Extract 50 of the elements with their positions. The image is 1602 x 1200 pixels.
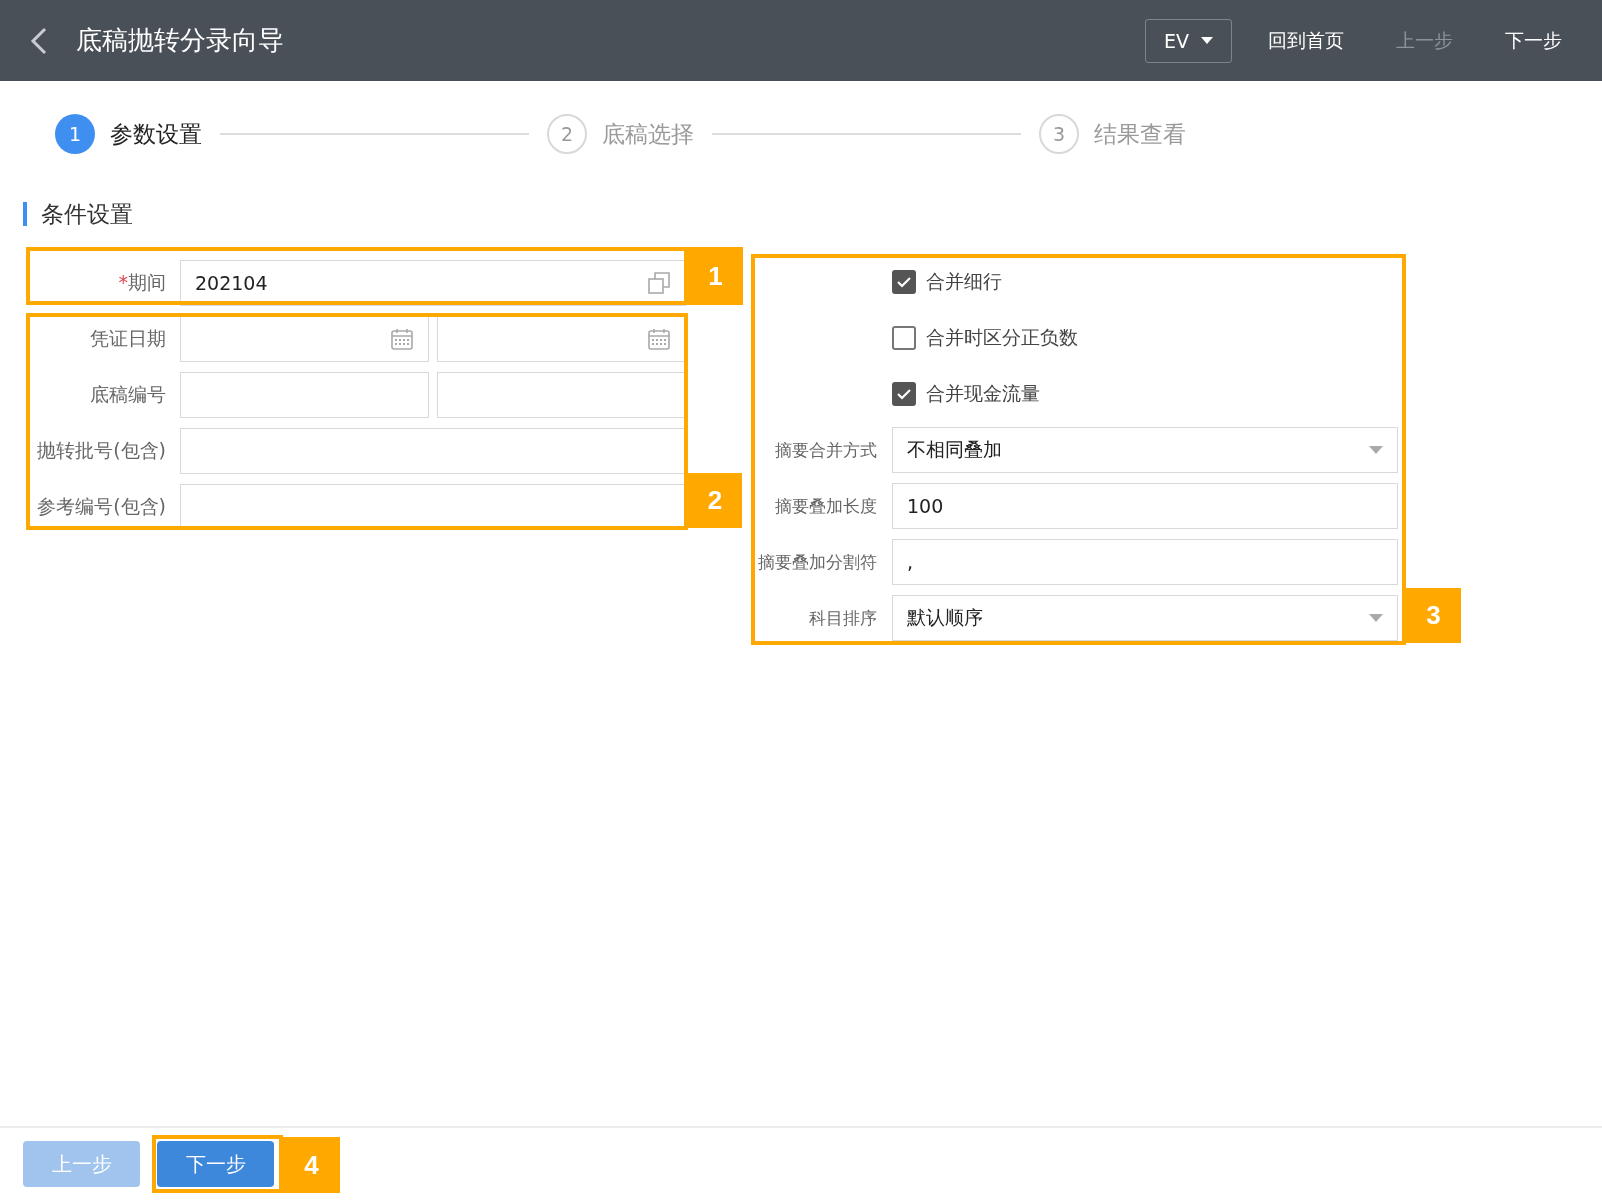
caret-icon: [1201, 37, 1213, 44]
field-label: 底稿编号: [90, 382, 166, 407]
check-icon: [896, 388, 912, 400]
checkbox-label: 合并细行: [926, 269, 1002, 294]
copy-icon[interactable]: [647, 271, 671, 295]
input-field[interactable]: [437, 372, 686, 418]
callout-number: 4: [283, 1137, 340, 1193]
input-field[interactable]: 100: [892, 483, 1398, 529]
field-label: *期间: [118, 270, 166, 295]
field-label: 摘要叠加长度: [775, 494, 877, 518]
step-number: 3: [1039, 114, 1079, 154]
step-label: 底稿选择: [602, 119, 694, 149]
dropdown-select[interactable]: 默认顺序: [892, 595, 1398, 641]
dropdown-caret-icon: [1369, 614, 1383, 622]
input-field[interactable]: ,: [892, 539, 1398, 585]
page-title: 底稿抛转分录向导: [76, 24, 285, 57]
field-label: 科目排序: [809, 606, 877, 630]
step-number: 2: [547, 114, 587, 154]
dropdown-select[interactable]: 不相同叠加: [892, 427, 1398, 473]
field-label: 参考编号(包含): [37, 494, 166, 519]
checkbox[interactable]: [892, 270, 916, 294]
callout-number: 2: [688, 473, 742, 528]
callout-number: 1: [688, 247, 743, 305]
date-field[interactable]: [437, 316, 686, 362]
period-field[interactable]: 202104: [180, 260, 686, 306]
step-label: 参数设置: [110, 119, 202, 149]
check-icon: [896, 276, 912, 288]
section-title: 条件设置: [41, 199, 133, 229]
step-label: 结果查看: [1094, 119, 1186, 149]
date-field[interactable]: [180, 316, 429, 362]
environment-select[interactable]: EV: [1145, 18, 1232, 63]
field-label: 摘要叠加分割符: [758, 550, 877, 574]
header-link[interactable]: 下一步: [1505, 27, 1562, 54]
calendar-icon[interactable]: [390, 327, 414, 351]
dropdown-caret-icon: [1369, 446, 1383, 454]
input-field[interactable]: [180, 372, 429, 418]
step-button[interactable]: 下一步: [157, 1141, 274, 1187]
calendar-icon[interactable]: [647, 327, 671, 351]
checkbox[interactable]: [892, 382, 916, 406]
input-field[interactable]: [180, 428, 686, 474]
step-number: 1: [55, 114, 95, 154]
checkbox-label: 合并时区分正负数: [926, 325, 1078, 350]
section-marker: [23, 202, 27, 226]
header-link[interactable]: 回到首页: [1268, 27, 1344, 54]
field-label: 抛转批号(包含): [37, 438, 166, 463]
checkbox[interactable]: [892, 326, 916, 350]
callout-number: 3: [1406, 588, 1461, 643]
field-label: 摘要合并方式: [775, 438, 877, 462]
field-label: 凭证日期: [90, 326, 166, 351]
checkbox-label: 合并现金流量: [926, 381, 1040, 406]
